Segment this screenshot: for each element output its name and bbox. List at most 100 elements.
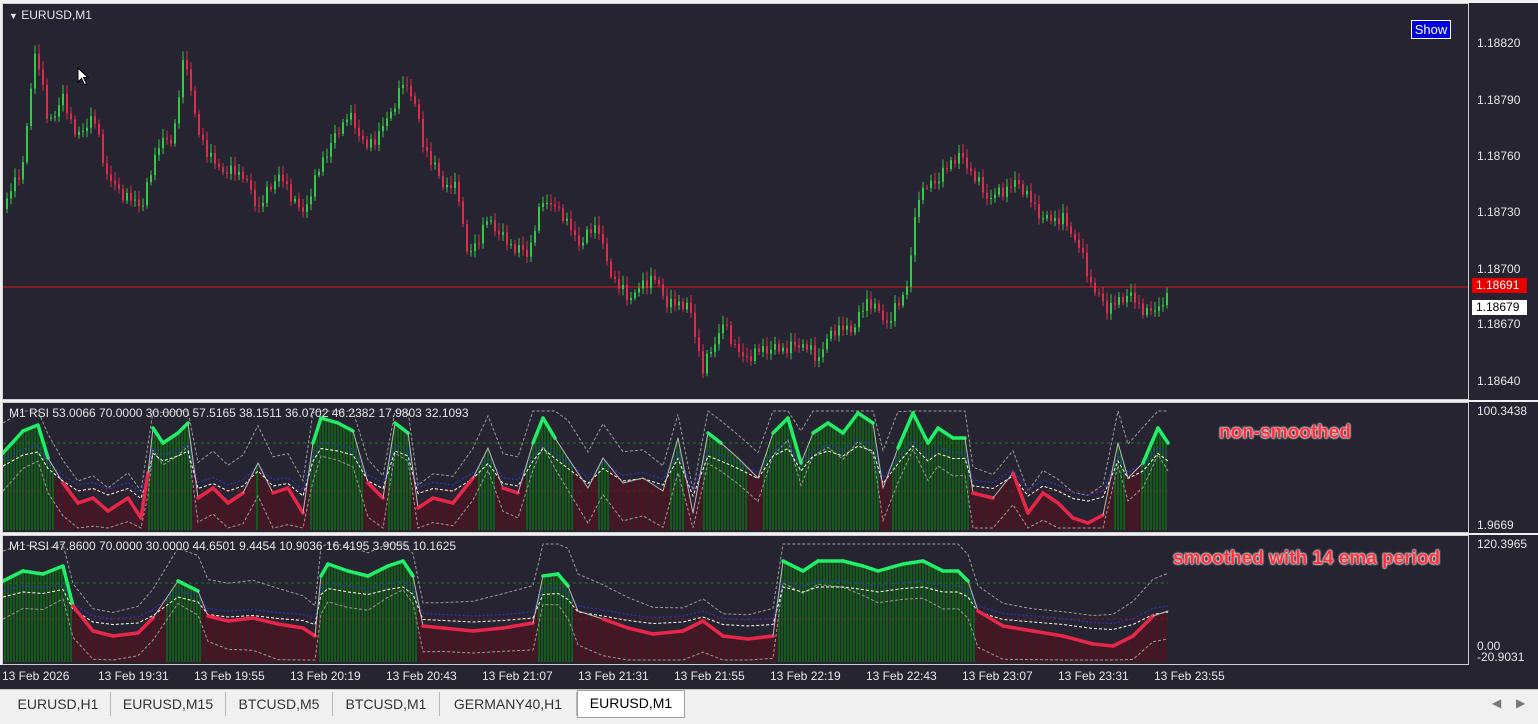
candle-body bbox=[774, 344, 776, 350]
candle-body bbox=[790, 341, 792, 354]
price-chart-canvas[interactable] bbox=[3, 4, 1468, 399]
time-tick: 13 Feb 21:31 bbox=[578, 669, 649, 683]
candle-body bbox=[886, 320, 888, 323]
rsi-raw-axis: 100.3438 1.9669 bbox=[1469, 402, 1538, 533]
candle-body bbox=[454, 181, 456, 188]
rsi-smoothed-rsi-line bbox=[681, 619, 705, 633]
candle-body bbox=[878, 303, 880, 311]
time-tick: 13 Feb 19:31 bbox=[98, 669, 169, 683]
price-tick: 1.18730 bbox=[1477, 205, 1521, 219]
price-chart-pane[interactable]: ▼ EURUSD,M1 Show bbox=[2, 3, 1469, 400]
mouse-pointer-icon bbox=[77, 67, 90, 86]
candle-body bbox=[134, 199, 136, 201]
candle-body bbox=[846, 325, 848, 330]
rsi-smoothed-rsi-line bbox=[601, 617, 630, 630]
candle-body bbox=[850, 325, 852, 333]
chevron-left-icon[interactable]: ◀ bbox=[1492, 696, 1501, 710]
candle-body bbox=[530, 242, 532, 257]
candle-body bbox=[834, 330, 836, 336]
candle-body bbox=[426, 147, 428, 151]
candle-body bbox=[970, 168, 972, 172]
candle-body bbox=[274, 181, 276, 190]
tab-btcusd-m1[interactable]: BTCUSD,M1 bbox=[333, 692, 440, 716]
candle-body bbox=[854, 327, 856, 333]
candle-body bbox=[78, 131, 80, 135]
candle-body bbox=[730, 325, 732, 344]
candle-body bbox=[894, 303, 896, 321]
candle-body bbox=[770, 349, 772, 354]
candle-body bbox=[518, 245, 520, 253]
candle-body bbox=[266, 186, 268, 204]
price-tick: 1.18820 bbox=[1477, 36, 1521, 50]
candle-body bbox=[938, 181, 940, 184]
rsi-indicator-pane-raw[interactable]: M1 RSI 53.0066 70.0000 30.0000 57.5165 3… bbox=[2, 402, 1469, 533]
rsi-raw-rsi-line bbox=[36, 423, 50, 460]
candle-body bbox=[734, 343, 736, 345]
tab-eurusd-h1[interactable]: EURUSD,H1 bbox=[6, 692, 111, 716]
candle-body bbox=[462, 201, 464, 225]
candle-body bbox=[686, 302, 688, 310]
candle-body bbox=[994, 194, 996, 199]
rsi-smoothed-rsi-line bbox=[651, 629, 685, 636]
candle-body bbox=[926, 187, 928, 189]
candle-body bbox=[6, 198, 8, 209]
candle-body bbox=[662, 284, 664, 296]
rsi-indicator-pane-smoothed[interactable]: M1 RSI 47.8600 70.0000 30.0000 44.6501 9… bbox=[2, 535, 1469, 665]
candle-body bbox=[90, 116, 92, 128]
candle-body bbox=[1158, 306, 1160, 311]
tab-eurusd-m15[interactable]: EURUSD,M15 bbox=[111, 692, 226, 716]
candle-body bbox=[582, 242, 584, 246]
tab-germany40-h1[interactable]: GERMANY40,H1 bbox=[440, 692, 577, 716]
candle-body bbox=[374, 139, 376, 145]
candle-body bbox=[986, 192, 988, 199]
candle-body bbox=[898, 303, 900, 306]
candle-body bbox=[802, 344, 804, 348]
candle-body bbox=[1102, 293, 1104, 302]
candle-body bbox=[1070, 226, 1072, 235]
rsi-raw-rsi-line bbox=[431, 496, 455, 505]
candle-body bbox=[278, 174, 280, 182]
candle-body bbox=[310, 196, 312, 205]
candle-body bbox=[238, 171, 240, 175]
candle-body bbox=[610, 261, 612, 277]
tab-eurusd-m1[interactable]: EURUSD,M1 bbox=[577, 690, 685, 718]
triangle-down-icon[interactable]: ▼ bbox=[9, 11, 18, 21]
candle-body bbox=[394, 108, 396, 112]
time-axis[interactable]: 13 Feb 2026 13 Feb 19:31 13 Feb 19:55 13… bbox=[0, 665, 1538, 689]
candle-body bbox=[306, 204, 308, 212]
candle-body bbox=[806, 344, 808, 350]
price-axis[interactable]: 1.18820 1.18790 1.18760 1.18730 1.18700 … bbox=[1469, 3, 1538, 400]
time-tick: 13 Feb 23:55 bbox=[1154, 669, 1225, 683]
price-tick: 1.18640 bbox=[1477, 374, 1521, 388]
candle-body bbox=[742, 352, 744, 357]
candle-body bbox=[810, 345, 812, 350]
candle-body bbox=[66, 93, 68, 114]
candle-body bbox=[46, 84, 48, 119]
candle-body bbox=[422, 118, 424, 148]
time-tick: 13 Feb 21:07 bbox=[482, 669, 553, 683]
chevron-right-icon[interactable]: ▶ bbox=[1516, 696, 1525, 710]
candle-body bbox=[1030, 190, 1032, 203]
candle-body bbox=[1138, 302, 1140, 304]
candle-body bbox=[410, 85, 412, 97]
candle-body bbox=[494, 220, 496, 232]
candle-body bbox=[1110, 302, 1112, 314]
candle-body bbox=[722, 324, 724, 334]
candle-body bbox=[586, 229, 588, 243]
candle-body bbox=[186, 60, 188, 70]
tab-btcusd-m5[interactable]: BTCUSD,M5 bbox=[226, 692, 333, 716]
time-tick: 13 Feb 19:55 bbox=[194, 669, 265, 683]
candle-body bbox=[942, 167, 944, 182]
candle-body bbox=[630, 298, 632, 301]
candle-body bbox=[974, 171, 976, 182]
rsi-smoothed-rsi-line bbox=[441, 626, 475, 633]
candle-body bbox=[598, 225, 600, 234]
show-button[interactable]: Show bbox=[1411, 20, 1451, 39]
candle-body bbox=[594, 225, 596, 233]
candle-body bbox=[58, 105, 60, 117]
time-tick: 13 Feb 21:55 bbox=[674, 669, 745, 683]
rsi-raw-rsi-line bbox=[1117, 442, 1129, 479]
candle-body bbox=[342, 122, 344, 134]
candle-body bbox=[98, 123, 100, 135]
candle-body bbox=[858, 311, 860, 328]
